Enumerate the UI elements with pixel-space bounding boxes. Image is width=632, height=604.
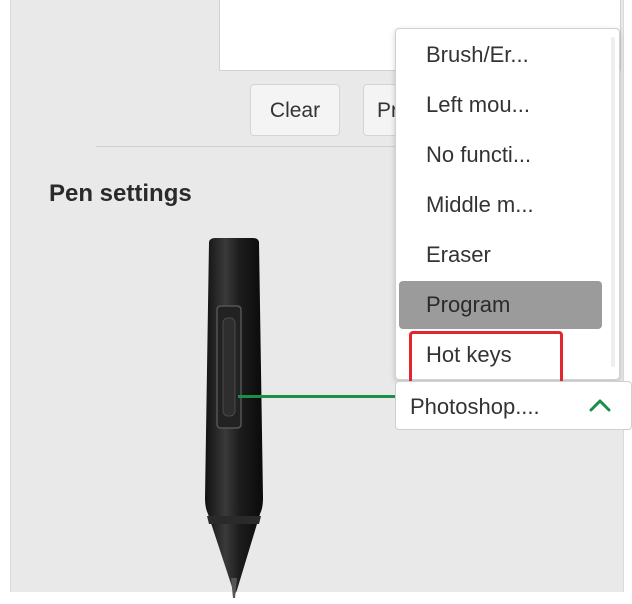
menu-scrollbar[interactable] [611,37,615,367]
menu-item-hot-keys[interactable]: Hot keys [399,331,602,379]
function-select[interactable]: Photoshop.... [395,381,632,430]
button-connector-line [238,395,395,398]
menu-item-no-function[interactable]: No functi... [399,131,602,179]
menu-item-program[interactable]: Program [399,281,602,329]
pen-button-function-menu: Brush/Er... Left mou... No functi... Mid… [395,28,620,380]
menu-item-left-mouse[interactable]: Left mou... [399,81,602,129]
menu-item-middle-mouse[interactable]: Middle m... [399,181,602,229]
divider [96,146,406,147]
clear-button[interactable]: Clear [250,84,340,136]
select-value: Photoshop.... [410,394,540,419]
chevron-up-icon [589,399,611,412]
menu-item-eraser[interactable]: Eraser [399,231,602,279]
section-title: Pen settings [49,180,192,207]
menu-item-brush-eraser[interactable]: Brush/Er... [399,31,602,79]
pen-image [205,238,263,598]
